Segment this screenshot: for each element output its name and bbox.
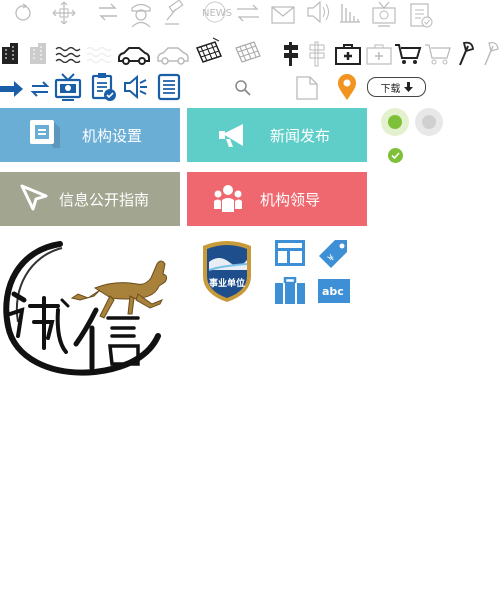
axe-outline-icon[interactable] bbox=[478, 40, 500, 66]
water-waves-icon[interactable] bbox=[55, 45, 83, 63]
tile-label: 机构领导 bbox=[260, 191, 321, 209]
solar-panel-outline-icon[interactable] bbox=[232, 36, 264, 68]
gavel-icon[interactable] bbox=[162, 0, 190, 26]
settings-box-icon bbox=[28, 118, 62, 152]
search-icon[interactable] bbox=[234, 79, 252, 97]
radio-dot bbox=[422, 115, 436, 129]
solar-panel-icon[interactable] bbox=[193, 36, 225, 68]
clipboard-check-icon[interactable] bbox=[91, 72, 117, 102]
radio-off-button[interactable] bbox=[415, 108, 443, 136]
calligraphy-integrity-image: 诚信 bbox=[0, 236, 195, 378]
tile-org-leaders[interactable]: 机构领导 bbox=[187, 172, 367, 226]
transfer-arrows-icon[interactable] bbox=[234, 2, 262, 24]
radio-on-button[interactable] bbox=[381, 108, 409, 136]
building-icon[interactable] bbox=[0, 41, 24, 65]
tile-label: 信息公开指南 bbox=[59, 191, 150, 209]
people-group-icon bbox=[211, 182, 245, 216]
swap-icon[interactable] bbox=[95, 0, 121, 24]
price-tag-icon[interactable]: ¥ bbox=[317, 238, 351, 270]
car-outline-icon[interactable] bbox=[156, 45, 190, 65]
police-avatar-icon[interactable] bbox=[128, 0, 154, 28]
tile-info-guide[interactable]: 信息公开指南 bbox=[0, 172, 180, 226]
tile-label: 机构设置 bbox=[82, 127, 143, 145]
medical-kit-outline-icon[interactable] bbox=[365, 43, 393, 65]
shopping-cart-outline-icon[interactable] bbox=[424, 42, 452, 66]
svg-text:NEWS: NEWS bbox=[202, 8, 232, 19]
cursor-arrow-icon bbox=[18, 182, 52, 216]
download-button[interactable]: 下载 bbox=[367, 77, 426, 97]
bar-chart-icon[interactable] bbox=[338, 0, 362, 24]
mail-icon[interactable] bbox=[270, 0, 296, 26]
tv-icon[interactable] bbox=[54, 72, 82, 102]
arrow-down-icon bbox=[403, 82, 413, 92]
check-circle-icon bbox=[388, 148, 403, 163]
public-institution-badge: 事业单位 bbox=[199, 240, 255, 304]
signpost-outline-icon[interactable] bbox=[308, 41, 326, 67]
badge-label: 事业单位 bbox=[208, 279, 245, 289]
speaker-icon[interactable] bbox=[123, 74, 149, 100]
layout-icon[interactable] bbox=[274, 239, 306, 267]
shopping-cart-icon[interactable] bbox=[394, 42, 422, 66]
tile-news-publish[interactable]: 新闻发布 bbox=[187, 108, 367, 162]
arrow-right-icon[interactable] bbox=[0, 80, 24, 98]
car-icon[interactable] bbox=[117, 45, 151, 65]
briefcase-icon[interactable] bbox=[274, 277, 306, 305]
tv-icon[interactable] bbox=[370, 0, 398, 28]
abc-icon[interactable]: abc bbox=[317, 278, 351, 304]
location-pin-icon[interactable] bbox=[337, 73, 357, 101]
tile-label: 新闻发布 bbox=[270, 127, 331, 145]
water-waves-faint-icon[interactable] bbox=[86, 45, 114, 63]
radio-dot bbox=[388, 115, 402, 129]
svg-text:abc: abc bbox=[322, 285, 344, 298]
blank-page-icon[interactable] bbox=[295, 75, 319, 101]
signpost-icon[interactable] bbox=[282, 41, 300, 67]
building-outline-icon[interactable] bbox=[28, 41, 52, 65]
download-button-label: 下载 bbox=[380, 83, 401, 95]
speaker-icon[interactable] bbox=[305, 0, 331, 24]
axe-icon[interactable] bbox=[453, 40, 475, 66]
tile-org-settings[interactable]: 机构设置 bbox=[0, 108, 180, 162]
swap-arrows-icon[interactable] bbox=[30, 80, 50, 98]
medical-kit-icon[interactable] bbox=[334, 43, 362, 65]
refresh-icon[interactable] bbox=[12, 2, 34, 24]
move-arrows-icon[interactable] bbox=[50, 0, 78, 26]
document-list-icon[interactable] bbox=[157, 73, 181, 101]
news-icon[interactable]: NEWS bbox=[198, 0, 232, 24]
megaphone-icon bbox=[217, 118, 251, 152]
clipboard-check-icon[interactable] bbox=[408, 0, 434, 28]
